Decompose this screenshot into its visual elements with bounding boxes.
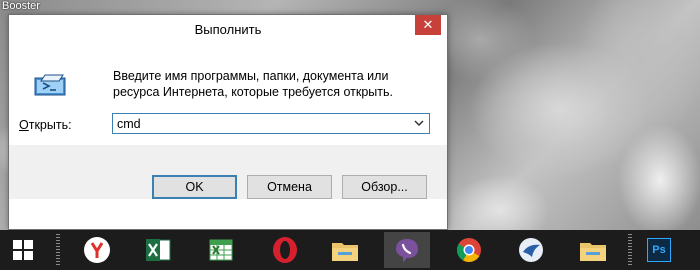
photoshop-icon: Ps <box>647 238 671 262</box>
taskbar-photoshop[interactable]: Ps <box>636 232 682 268</box>
chevron-down-icon[interactable] <box>413 117 425 129</box>
dialog-description: Введите имя программы, папки, документа … <box>113 69 393 99</box>
taskbar-chrome[interactable] <box>446 232 492 268</box>
run-icon <box>34 74 66 96</box>
taskbar-file-explorer[interactable] <box>322 232 368 268</box>
dialog-title: Выполнить <box>194 22 262 37</box>
excel-icon <box>146 239 171 261</box>
bird-icon <box>519 238 543 262</box>
ok-button[interactable]: OK <box>152 175 237 199</box>
chrome-icon <box>456 238 481 263</box>
folder-icon <box>332 243 358 261</box>
desktop-icon-label[interactable]: Booster <box>2 0 40 12</box>
taskbar: Ps <box>0 230 700 270</box>
taskbar-file-explorer-2[interactable] <box>570 232 616 268</box>
taskbar-excel-2[interactable] <box>198 232 244 268</box>
opera-icon <box>273 237 297 263</box>
yandex-icon <box>84 237 110 263</box>
taskbar-excel[interactable] <box>135 232 181 268</box>
taskbar-separator[interactable] <box>628 234 632 266</box>
viber-icon <box>396 239 418 262</box>
taskbar-viber[interactable] <box>384 232 430 268</box>
run-dialog: Выполнить ✕ Введите имя программы, папки… <box>8 14 448 230</box>
open-label: Открыть: <box>19 118 72 132</box>
excel-alt-icon <box>209 239 233 261</box>
close-icon: ✕ <box>422 17 434 32</box>
photoshop-label: Ps <box>652 244 666 256</box>
cancel-button[interactable]: Отмена <box>247 175 332 199</box>
folder-icon <box>580 243 606 261</box>
taskbar-separator[interactable] <box>56 234 60 266</box>
start-button[interactable] <box>0 232 46 268</box>
browse-button[interactable]: Обзор... <box>342 175 427 199</box>
close-button[interactable]: ✕ <box>415 15 441 35</box>
title-bar[interactable]: Выполнить ✕ <box>9 15 447 45</box>
open-label-accesskey: О <box>19 118 29 132</box>
command-combobox[interactable]: cmd <box>112 113 430 134</box>
command-input[interactable]: cmd <box>117 117 141 131</box>
taskbar-yandex-browser[interactable] <box>74 232 120 268</box>
open-label-rest: ткрыть: <box>28 118 72 132</box>
taskbar-opera[interactable] <box>262 232 308 268</box>
taskbar-app-bird[interactable] <box>508 232 554 268</box>
windows-icon <box>13 240 33 260</box>
